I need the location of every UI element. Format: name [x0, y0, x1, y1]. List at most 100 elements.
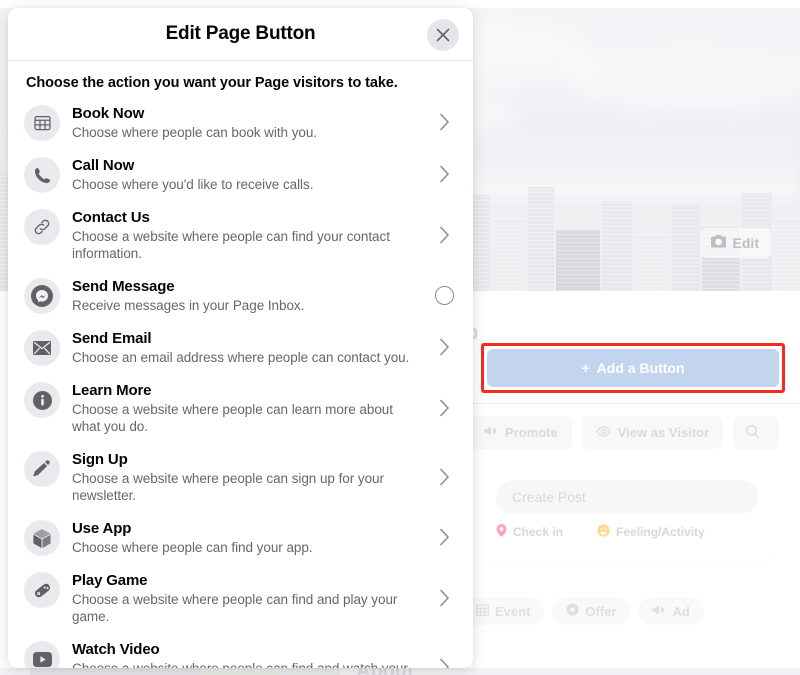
- promote-button[interactable]: Promote: [470, 416, 572, 449]
- location-pin-icon: [496, 524, 507, 540]
- option-row[interactable]: Contact Us Choose a website where people …: [8, 200, 473, 269]
- building: [602, 201, 632, 291]
- option-chevron[interactable]: [433, 466, 455, 488]
- option-title: Use App: [72, 520, 132, 537]
- view-as-visitor-label: View as Visitor: [617, 425, 710, 440]
- option-chevron[interactable]: [433, 526, 455, 548]
- chevron-right-icon: [439, 165, 449, 183]
- option-text: Contact Us Choose a website where people …: [60, 207, 433, 262]
- option-title: Book Now: [72, 105, 145, 122]
- phone-icon: [24, 157, 60, 193]
- option-title: Send Email: [72, 330, 152, 347]
- chevron-right-icon: [439, 113, 449, 131]
- highlight-annotation: [481, 343, 785, 393]
- option-title: Learn More: [72, 382, 152, 399]
- option-row[interactable]: Use App Choose where people can find your…: [8, 511, 473, 563]
- building: [672, 205, 700, 291]
- option-title: Contact Us: [72, 209, 150, 226]
- option-row[interactable]: Watch Video Choose a website where people…: [8, 632, 473, 668]
- option-row[interactable]: Send Message Receive messages in your Pag…: [8, 269, 473, 321]
- check-in-label: Check in: [513, 525, 564, 539]
- calendar-icon: [24, 105, 60, 141]
- dialog-body: Choose the action you want your Page vis…: [8, 61, 473, 668]
- chevron-right-icon: [439, 467, 449, 486]
- option-text: Call Now Choose where you'd like to recei…: [60, 155, 433, 193]
- ad-chip[interactable]: Ad: [638, 597, 704, 625]
- option-radio[interactable]: [433, 284, 455, 306]
- close-icon: [436, 28, 450, 42]
- option-text: Send Message Receive messages in your Pag…: [60, 276, 433, 314]
- cover-photo-edit-button[interactable]: Edit: [700, 228, 771, 258]
- chevron-right-icon: [439, 657, 449, 668]
- post-composer: Create Post Check in Feeling/Activity: [482, 468, 772, 560]
- offer-chip[interactable]: Offer: [552, 597, 631, 625]
- camera-icon: [710, 235, 726, 251]
- option-chevron[interactable]: [433, 163, 455, 185]
- option-text: Learn More Choose a website where people …: [60, 380, 433, 435]
- link-icon: [24, 209, 60, 245]
- option-description: Choose where people can find your app.: [72, 540, 313, 555]
- screen: Edit p + Add a Button Promote: [0, 0, 800, 675]
- ad-label: Ad: [672, 603, 690, 619]
- option-description: Choose where people can book with you.: [72, 125, 318, 140]
- option-row[interactable]: Book Now Choose where people can book wit…: [8, 96, 473, 148]
- building: [556, 229, 600, 291]
- option-text: Sign Up Choose a website where people can…: [60, 449, 433, 504]
- envelope-icon: [24, 330, 60, 366]
- edit-page-button-dialog: Edit Page Button Choose the action you w…: [8, 8, 473, 668]
- option-title: Watch Video: [72, 641, 160, 658]
- option-description: Choose where you'd like to receive calls…: [72, 177, 314, 192]
- create-post-input[interactable]: Create Post: [496, 480, 758, 514]
- megaphone-icon: [484, 425, 498, 440]
- option-row[interactable]: Send Email Choose an email address where …: [8, 321, 473, 373]
- radio-unchecked-icon: [434, 285, 454, 305]
- cover-edit-label: Edit: [732, 235, 759, 251]
- chevron-right-icon: [439, 225, 449, 244]
- chevron-right-icon: [439, 588, 449, 607]
- option-title: Sign Up: [72, 451, 128, 468]
- option-description: Choose an email address where people can…: [72, 350, 410, 365]
- option-row[interactable]: Play Game Choose a website where people c…: [8, 563, 473, 632]
- option-chevron[interactable]: [433, 224, 455, 246]
- video-icon: [24, 641, 60, 668]
- building: [528, 187, 554, 291]
- calendar-icon: [476, 604, 489, 619]
- chevron-right-icon: [439, 338, 449, 356]
- option-description: Choose a website where people can find a…: [72, 660, 423, 668]
- option-row[interactable]: Call Now Choose where you'd like to recei…: [8, 148, 473, 200]
- option-text: Book Now Choose where people can book wit…: [60, 103, 433, 141]
- check-in-button[interactable]: Check in: [496, 524, 563, 540]
- feeling-activity-button[interactable]: Feeling/Activity: [597, 524, 705, 540]
- chevron-right-icon: [439, 398, 449, 417]
- action-options-list: Book Now Choose where people can book wit…: [8, 96, 473, 668]
- messenger-icon: [24, 278, 60, 314]
- info-icon: [24, 382, 60, 418]
- option-chevron[interactable]: [433, 587, 455, 609]
- building: [492, 221, 526, 291]
- option-title: Call Now: [72, 157, 135, 174]
- dialog-title: Edit Page Button: [165, 23, 316, 44]
- option-description: Choose a website where people can find y…: [72, 229, 390, 261]
- option-row[interactable]: Sign Up Choose a website where people can…: [8, 442, 473, 511]
- smiley-icon: [597, 524, 610, 540]
- view-as-visitor-button[interactable]: View as Visitor: [581, 416, 724, 449]
- option-description: Receive messages in your Page Inbox.: [72, 298, 305, 313]
- dialog-subtitle: Choose the action you want your Page vis…: [26, 75, 398, 91]
- eye-icon: [595, 425, 611, 440]
- option-chevron[interactable]: [433, 111, 455, 133]
- option-chevron[interactable]: [433, 656, 455, 668]
- option-text: Send Email Choose an email address where …: [60, 328, 433, 366]
- option-row[interactable]: Learn More Choose a website where people …: [8, 373, 473, 442]
- option-title: Send Message: [72, 278, 175, 295]
- event-chip[interactable]: Event: [462, 597, 545, 625]
- option-chevron[interactable]: [433, 336, 455, 358]
- option-chevron[interactable]: [433, 397, 455, 419]
- dialog-header: Edit Page Button: [8, 8, 473, 61]
- offer-label: Offer: [585, 603, 617, 619]
- page-search-button[interactable]: [733, 416, 780, 449]
- close-button[interactable]: [427, 19, 459, 51]
- chevron-right-icon: [439, 528, 449, 546]
- page-actions-row: Promote View as Visitor: [470, 416, 800, 449]
- megaphone-icon: [652, 604, 666, 619]
- option-text: Play Game Choose a website where people c…: [60, 570, 433, 625]
